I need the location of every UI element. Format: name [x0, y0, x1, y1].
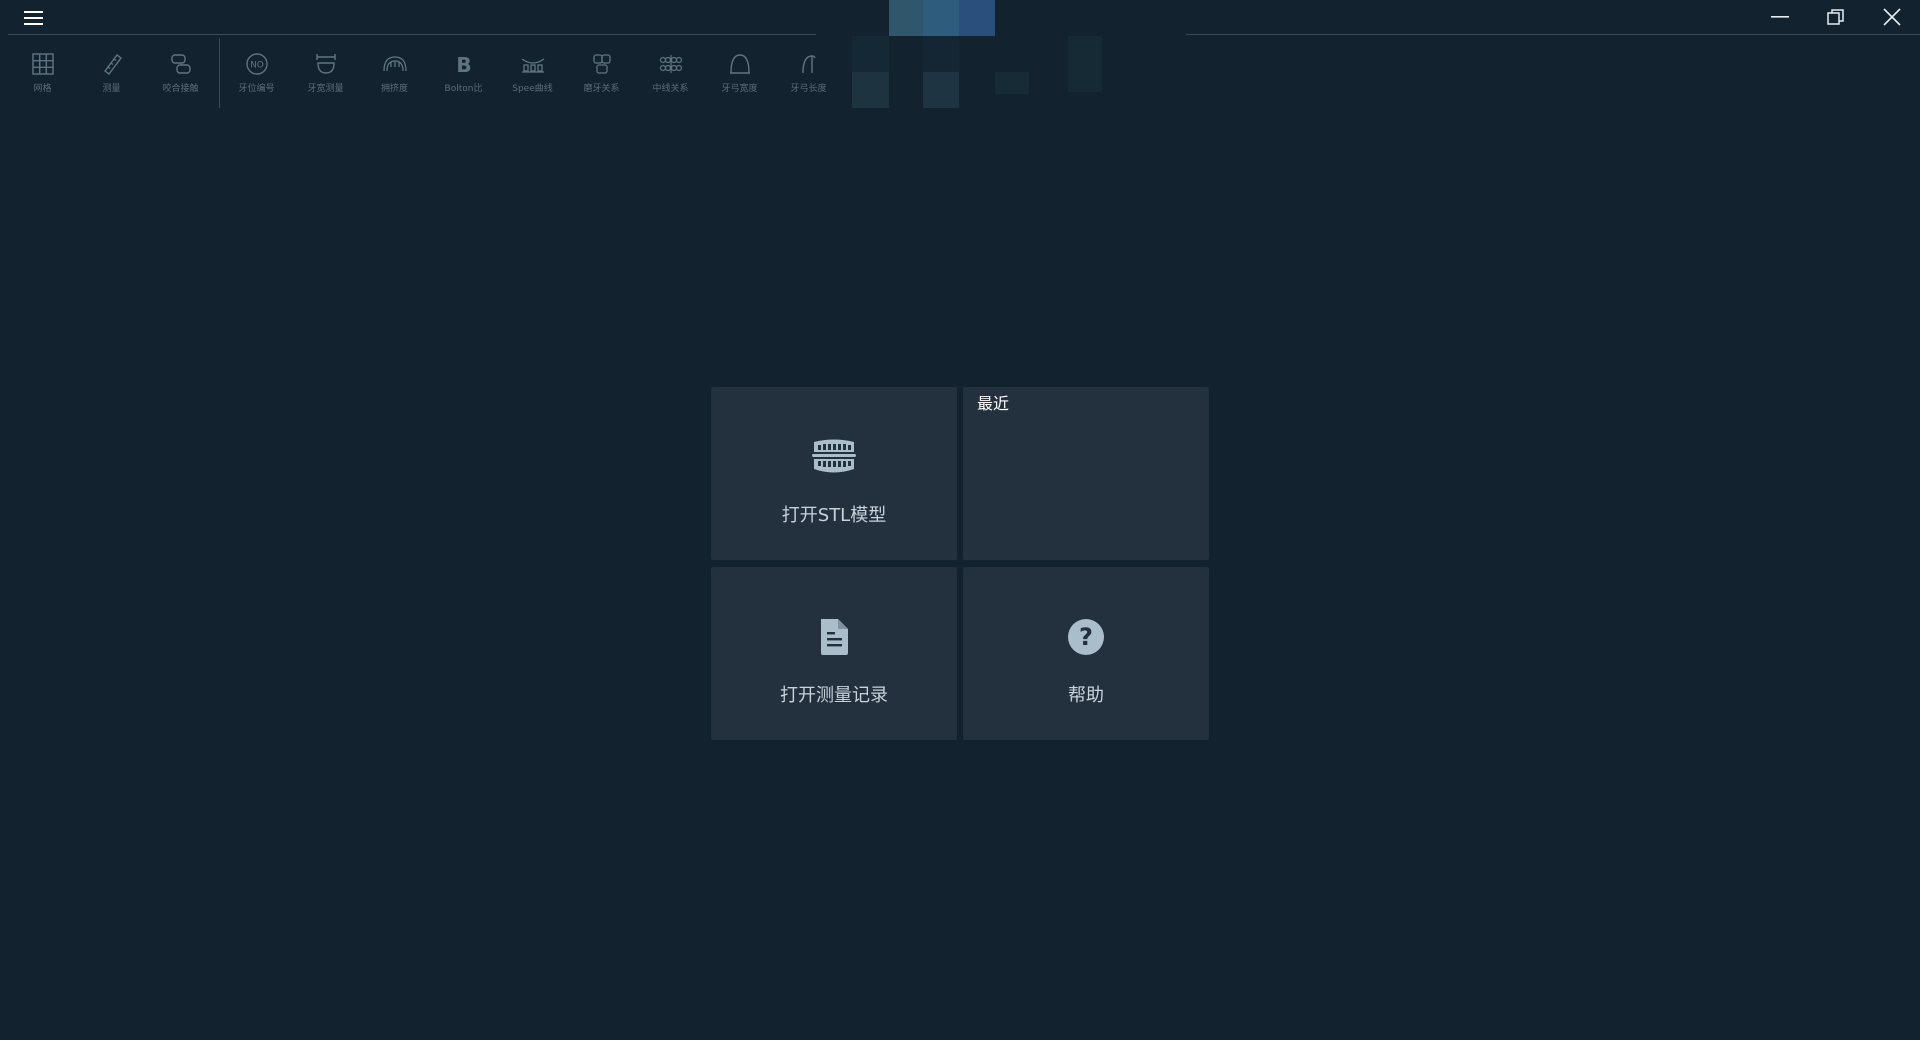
tool-molar-label: 磨牙关系: [583, 84, 620, 94]
tool-bolton-label: Bolton比: [444, 84, 483, 94]
spee-curve-icon: [520, 52, 546, 76]
title-divider-right: [1186, 34, 1920, 35]
toolbar-separator: [219, 38, 220, 108]
open-record-button[interactable]: 打开测量记录: [711, 567, 957, 740]
tool-arch-width[interactable]: 牙弓宽度: [705, 38, 774, 106]
tool-measure[interactable]: 测量: [77, 38, 146, 106]
document-icon: [711, 618, 957, 656]
crowding-icon: [382, 52, 408, 76]
title-divider-left: [8, 34, 816, 35]
open-stl-label: 打开STL模型: [781, 505, 887, 526]
toolbar: 网格 测量 咬合接触 NO 牙位编号 牙宽测量 拥挤度 B Bolton比 Sp…: [8, 38, 843, 108]
minimize-button[interactable]: [1752, 0, 1808, 34]
tool-crowding-label: 拥挤度: [380, 84, 408, 94]
recent-title: 最近: [977, 394, 1010, 413]
occlusion-icon: [168, 52, 194, 76]
arch-width-icon: [727, 52, 753, 76]
tool-measure-label: 测量: [102, 84, 121, 94]
open-stl-button[interactable]: 打开STL模型: [711, 387, 957, 560]
app-window: 网格 测量 咬合接触 NO 牙位编号 牙宽测量 拥挤度 B Bolton比 Sp…: [0, 0, 1920, 1040]
tooth-width-icon: [313, 52, 339, 76]
decorative-block: [852, 0, 1102, 110]
grid-icon: [30, 52, 56, 76]
minimize-icon: [1771, 16, 1789, 18]
tool-molar[interactable]: 磨牙关系: [567, 38, 636, 106]
tool-grid-label: 网格: [33, 84, 52, 94]
recent-panel: 最近: [963, 387, 1209, 560]
molar-relation-icon: [589, 52, 615, 76]
tool-spee[interactable]: Spee曲线: [498, 38, 567, 106]
tool-spee-label: Spee曲线: [512, 84, 553, 94]
midline-relation-icon: [658, 52, 684, 76]
close-icon: [1883, 8, 1901, 26]
tool-tooth-number[interactable]: NO 牙位编号: [222, 38, 291, 106]
tooth-number-icon: NO: [244, 52, 270, 76]
arch-length-icon: [796, 52, 822, 76]
open-record-label: 打开测量记录: [780, 685, 888, 706]
tool-tooth-width[interactable]: 牙宽测量: [291, 38, 360, 106]
tool-bolton[interactable]: B Bolton比: [429, 38, 498, 106]
tool-arch-length-label: 牙弓长度: [790, 84, 827, 94]
tool-crowding[interactable]: 拥挤度: [360, 38, 429, 106]
bolton-icon: B: [451, 52, 477, 76]
window-controls: [1752, 0, 1920, 34]
restore-button[interactable]: [1808, 0, 1864, 34]
tool-tooth-width-label: 牙宽测量: [307, 84, 344, 94]
svg-text:B: B: [456, 53, 471, 75]
hamburger-menu-icon[interactable]: [22, 6, 46, 30]
tool-occlusion-label: 咬合接触: [162, 84, 199, 94]
tool-midline[interactable]: 中线关系: [636, 38, 705, 106]
tool-arch-width-label: 牙弓宽度: [721, 84, 758, 94]
start-tiles: 打开STL模型 最近 打开测量记录 ? 帮助: [711, 387, 1209, 741]
help-button[interactable]: ? 帮助: [963, 567, 1209, 740]
tool-occlusion[interactable]: 咬合接触: [146, 38, 215, 106]
help-icon: ?: [963, 618, 1209, 656]
tool-grid[interactable]: 网格: [8, 38, 77, 106]
close-button[interactable]: [1864, 0, 1920, 34]
tool-tooth-number-label: 牙位编号: [238, 84, 275, 94]
ruler-icon: [99, 52, 125, 76]
svg-text:?: ?: [1079, 623, 1093, 651]
tool-arch-length[interactable]: 牙弓长度: [774, 38, 843, 106]
restore-icon: [1827, 9, 1844, 25]
tool-midline-label: 中线关系: [652, 84, 689, 94]
svg-text:NO: NO: [250, 61, 264, 71]
help-label: 帮助: [1068, 685, 1104, 706]
teeth-model-icon: [711, 438, 957, 476]
